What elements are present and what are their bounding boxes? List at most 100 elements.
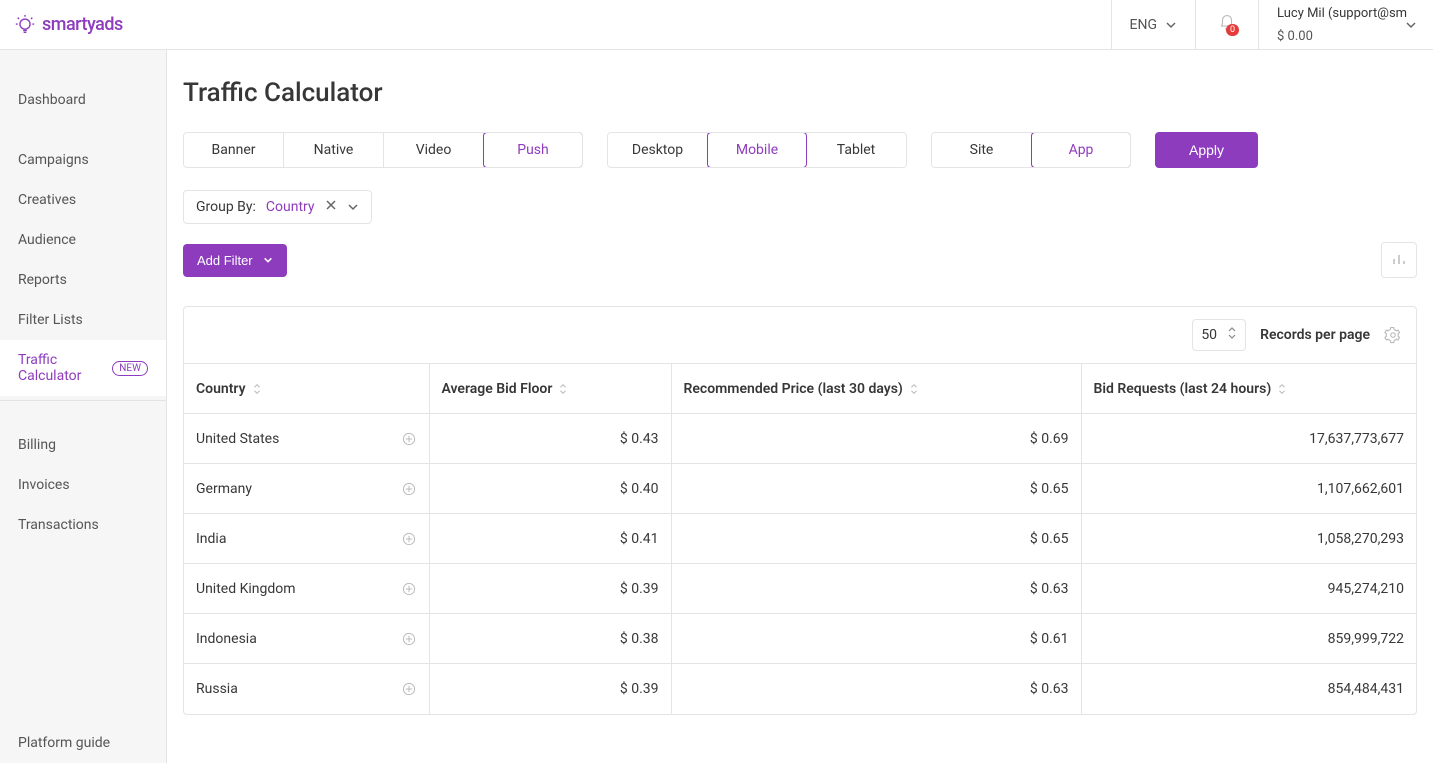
avg-bid-floor-cell: $ 0.40 (429, 464, 671, 514)
column-header-bid-requests[interactable]: Bid Requests (last 24 hours) (1081, 364, 1416, 414)
sidebar-item-campaigns[interactable]: Campaigns (0, 140, 166, 180)
device-segment: Desktop Mobile Tablet (607, 132, 907, 168)
add-filter-from-row-icon[interactable] (401, 631, 417, 647)
sidebar-item-label: Creatives (18, 192, 76, 208)
country-name: India (196, 531, 226, 547)
segment-banner[interactable]: Banner (184, 133, 284, 167)
segment-tablet[interactable]: Tablet (806, 133, 906, 167)
bid-requests-cell: 859,999,722 (1081, 614, 1416, 664)
recommended-price-cell: $ 0.69 (671, 414, 1081, 464)
sidebar-item-dashboard[interactable]: Dashboard (0, 80, 166, 120)
country-name: Russia (196, 681, 238, 697)
user-name: Lucy Mil (support@sma (1277, 6, 1407, 21)
segment-mobile[interactable]: Mobile (707, 132, 807, 168)
bid-requests-cell: 1,058,270,293 (1081, 514, 1416, 564)
records-per-page-label: Records per page (1260, 327, 1370, 343)
sidebar-item-audience[interactable]: Audience (0, 220, 166, 260)
group-by-selector[interactable]: Group By: Country (183, 190, 372, 224)
sort-icon (252, 383, 262, 395)
close-icon[interactable] (325, 199, 337, 215)
country-name: United States (196, 431, 279, 447)
sidebar-item-platform-guide[interactable]: Platform guide (0, 723, 166, 763)
recommended-price-cell: $ 0.65 (671, 514, 1081, 564)
bid-requests-cell: 854,484,431 (1081, 664, 1416, 714)
sidebar-item-billing[interactable]: Billing (0, 425, 166, 465)
bid-requests-cell: 17,637,773,677 (1081, 414, 1416, 464)
sidebar-item-creatives[interactable]: Creatives (0, 180, 166, 220)
app-header: smartyads ENG 0 Lucy Mil (support@sma $ … (0, 0, 1433, 50)
segment-native[interactable]: Native (284, 133, 384, 167)
user-balance: $ 0.00 (1277, 29, 1313, 44)
table-settings-button[interactable] (1384, 326, 1402, 344)
sidebar-item-traffic-calculator[interactable]: Traffic Calculator NEW (0, 340, 166, 396)
add-filter-from-row-icon[interactable] (401, 581, 417, 597)
sidebar-item-label: Reports (18, 272, 67, 288)
new-badge: NEW (112, 361, 148, 376)
sidebar-item-label: Audience (18, 232, 76, 248)
sidebar-item-transactions[interactable]: Transactions (0, 505, 166, 545)
language-label: ENG (1130, 17, 1157, 33)
sidebar-item-label: Transactions (18, 517, 99, 533)
user-menu[interactable]: Lucy Mil (support@sma $ 0.00 (1258, 0, 1433, 49)
add-filter-label: Add Filter (197, 253, 253, 268)
country-cell: Germany (184, 464, 429, 514)
inventory-segment: Site App (931, 132, 1131, 168)
add-filter-from-row-icon[interactable] (401, 481, 417, 497)
group-by-value: Country (266, 199, 315, 215)
chart-toggle-button[interactable] (1381, 242, 1417, 278)
sidebar-item-filter-lists[interactable]: Filter Lists (0, 300, 166, 340)
sidebar-item-reports[interactable]: Reports (0, 260, 166, 300)
table-row: Indonesia$ 0.38$ 0.61859,999,722 (184, 614, 1416, 664)
segment-site[interactable]: Site (932, 133, 1032, 167)
group-by-label: Group By: (196, 199, 256, 215)
country-cell: Indonesia (184, 614, 429, 664)
sidebar-item-label: Billing (18, 437, 56, 453)
column-header-country[interactable]: Country (184, 364, 429, 414)
table-row: India$ 0.41$ 0.651,058,270,293 (184, 514, 1416, 564)
country-cell: United Kingdom (184, 564, 429, 614)
add-filter-button[interactable]: Add Filter (183, 244, 287, 277)
column-label: Country (196, 381, 246, 397)
column-label: Recommended Price (last 30 days) (684, 381, 903, 397)
column-label: Bid Requests (last 24 hours) (1094, 381, 1272, 397)
add-filter-from-row-icon[interactable] (401, 431, 417, 447)
table-row: Russia$ 0.39$ 0.63854,484,431 (184, 664, 1416, 714)
column-header-avg-bid-floor[interactable]: Average Bid Floor (429, 364, 671, 414)
avg-bid-floor-cell: $ 0.38 (429, 614, 671, 664)
sort-icon (909, 383, 919, 395)
country-name: United Kingdom (196, 581, 296, 597)
records-value: 50 (1201, 327, 1217, 343)
recommended-price-cell: $ 0.63 (671, 564, 1081, 614)
avg-bid-floor-cell: $ 0.43 (429, 414, 671, 464)
segment-push[interactable]: Push (483, 132, 583, 168)
filter-row: Banner Native Video Push Desktop Mobile … (183, 132, 1417, 168)
column-header-recommended-price[interactable]: Recommended Price (last 30 days) (671, 364, 1081, 414)
bar-chart-icon (1390, 250, 1408, 271)
main-content: Traffic Calculator Banner Native Video P… (167, 50, 1433, 763)
chevron-down-icon (1405, 19, 1417, 31)
notification-count-badge: 0 (1226, 24, 1239, 36)
column-label: Average Bid Floor (442, 381, 553, 397)
sidebar-item-label: Filter Lists (18, 312, 83, 328)
add-filter-from-row-icon[interactable] (401, 681, 417, 697)
notifications-button[interactable]: 0 (1195, 0, 1258, 49)
recommended-price-cell: $ 0.65 (671, 464, 1081, 514)
stepper-icon (1227, 326, 1237, 344)
chevron-down-icon (347, 201, 359, 213)
add-filter-from-row-icon[interactable] (401, 531, 417, 547)
sidebar-item-invoices[interactable]: Invoices (0, 465, 166, 505)
sidebar-item-label: Dashboard (18, 92, 86, 108)
chevron-down-icon (1165, 19, 1177, 31)
apply-button[interactable]: Apply (1155, 132, 1258, 168)
chevron-down-icon (263, 255, 273, 265)
data-table-card: 50 Records per page (183, 306, 1417, 715)
format-segment: Banner Native Video Push (183, 132, 583, 168)
language-selector[interactable]: ENG (1111, 0, 1195, 49)
segment-desktop[interactable]: Desktop (608, 133, 708, 167)
country-cell: India (184, 514, 429, 564)
records-per-page-select[interactable]: 50 (1192, 319, 1246, 351)
brand-logo[interactable]: smartyads (0, 14, 167, 36)
segment-app[interactable]: App (1031, 132, 1131, 168)
recommended-price-cell: $ 0.63 (671, 664, 1081, 714)
segment-video[interactable]: Video (384, 133, 484, 167)
